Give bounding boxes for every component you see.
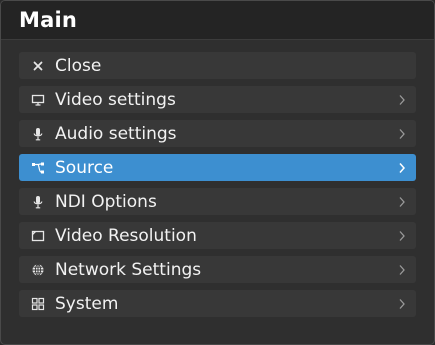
menu-item-close[interactable]: Close bbox=[19, 52, 416, 79]
menu-item-label: Source bbox=[55, 157, 114, 178]
menu-title: Main bbox=[19, 8, 78, 32]
menu-item-audio-settings[interactable]: Audio settings bbox=[19, 120, 416, 147]
chevron-right-icon bbox=[397, 263, 407, 277]
main-menu-window: Main Close Video settings Audio settings bbox=[0, 0, 435, 345]
resolution-frame-icon bbox=[30, 228, 46, 244]
monitor-icon bbox=[30, 92, 46, 108]
menu-item-label: NDI Options bbox=[55, 191, 157, 212]
menu-item-label: Close bbox=[55, 55, 102, 76]
chevron-right-icon bbox=[397, 93, 407, 107]
menu-item-label: Network Settings bbox=[55, 259, 202, 280]
menu-item-video-resolution[interactable]: Video Resolution bbox=[19, 222, 416, 249]
menu-item-label: Audio settings bbox=[55, 123, 177, 144]
main-menu-list: Close Video settings Audio settings Sour… bbox=[19, 52, 416, 324]
menu-item-source[interactable]: Source bbox=[19, 154, 416, 181]
globe-icon bbox=[30, 262, 46, 278]
close-icon bbox=[30, 58, 46, 74]
menu-item-video-settings[interactable]: Video settings bbox=[19, 86, 416, 113]
chevron-right-icon bbox=[397, 127, 407, 141]
grid-icon bbox=[30, 296, 46, 312]
menu-header: Main bbox=[1, 1, 434, 40]
menu-item-system[interactable]: System bbox=[19, 290, 416, 317]
chevron-right-icon bbox=[397, 195, 407, 209]
chevron-right-icon bbox=[397, 229, 407, 243]
menu-item-label: System bbox=[55, 293, 119, 314]
menu-item-label: Video Resolution bbox=[55, 225, 197, 246]
microphone-icon bbox=[30, 126, 46, 142]
menu-item-network-settings[interactable]: Network Settings bbox=[19, 256, 416, 283]
menu-item-ndi-options[interactable]: NDI Options bbox=[19, 188, 416, 215]
chevron-right-icon bbox=[397, 161, 407, 175]
source-routing-icon bbox=[30, 160, 46, 176]
microphone-icon bbox=[30, 194, 46, 210]
chevron-right-icon bbox=[397, 297, 407, 311]
menu-item-label: Video settings bbox=[55, 89, 176, 110]
